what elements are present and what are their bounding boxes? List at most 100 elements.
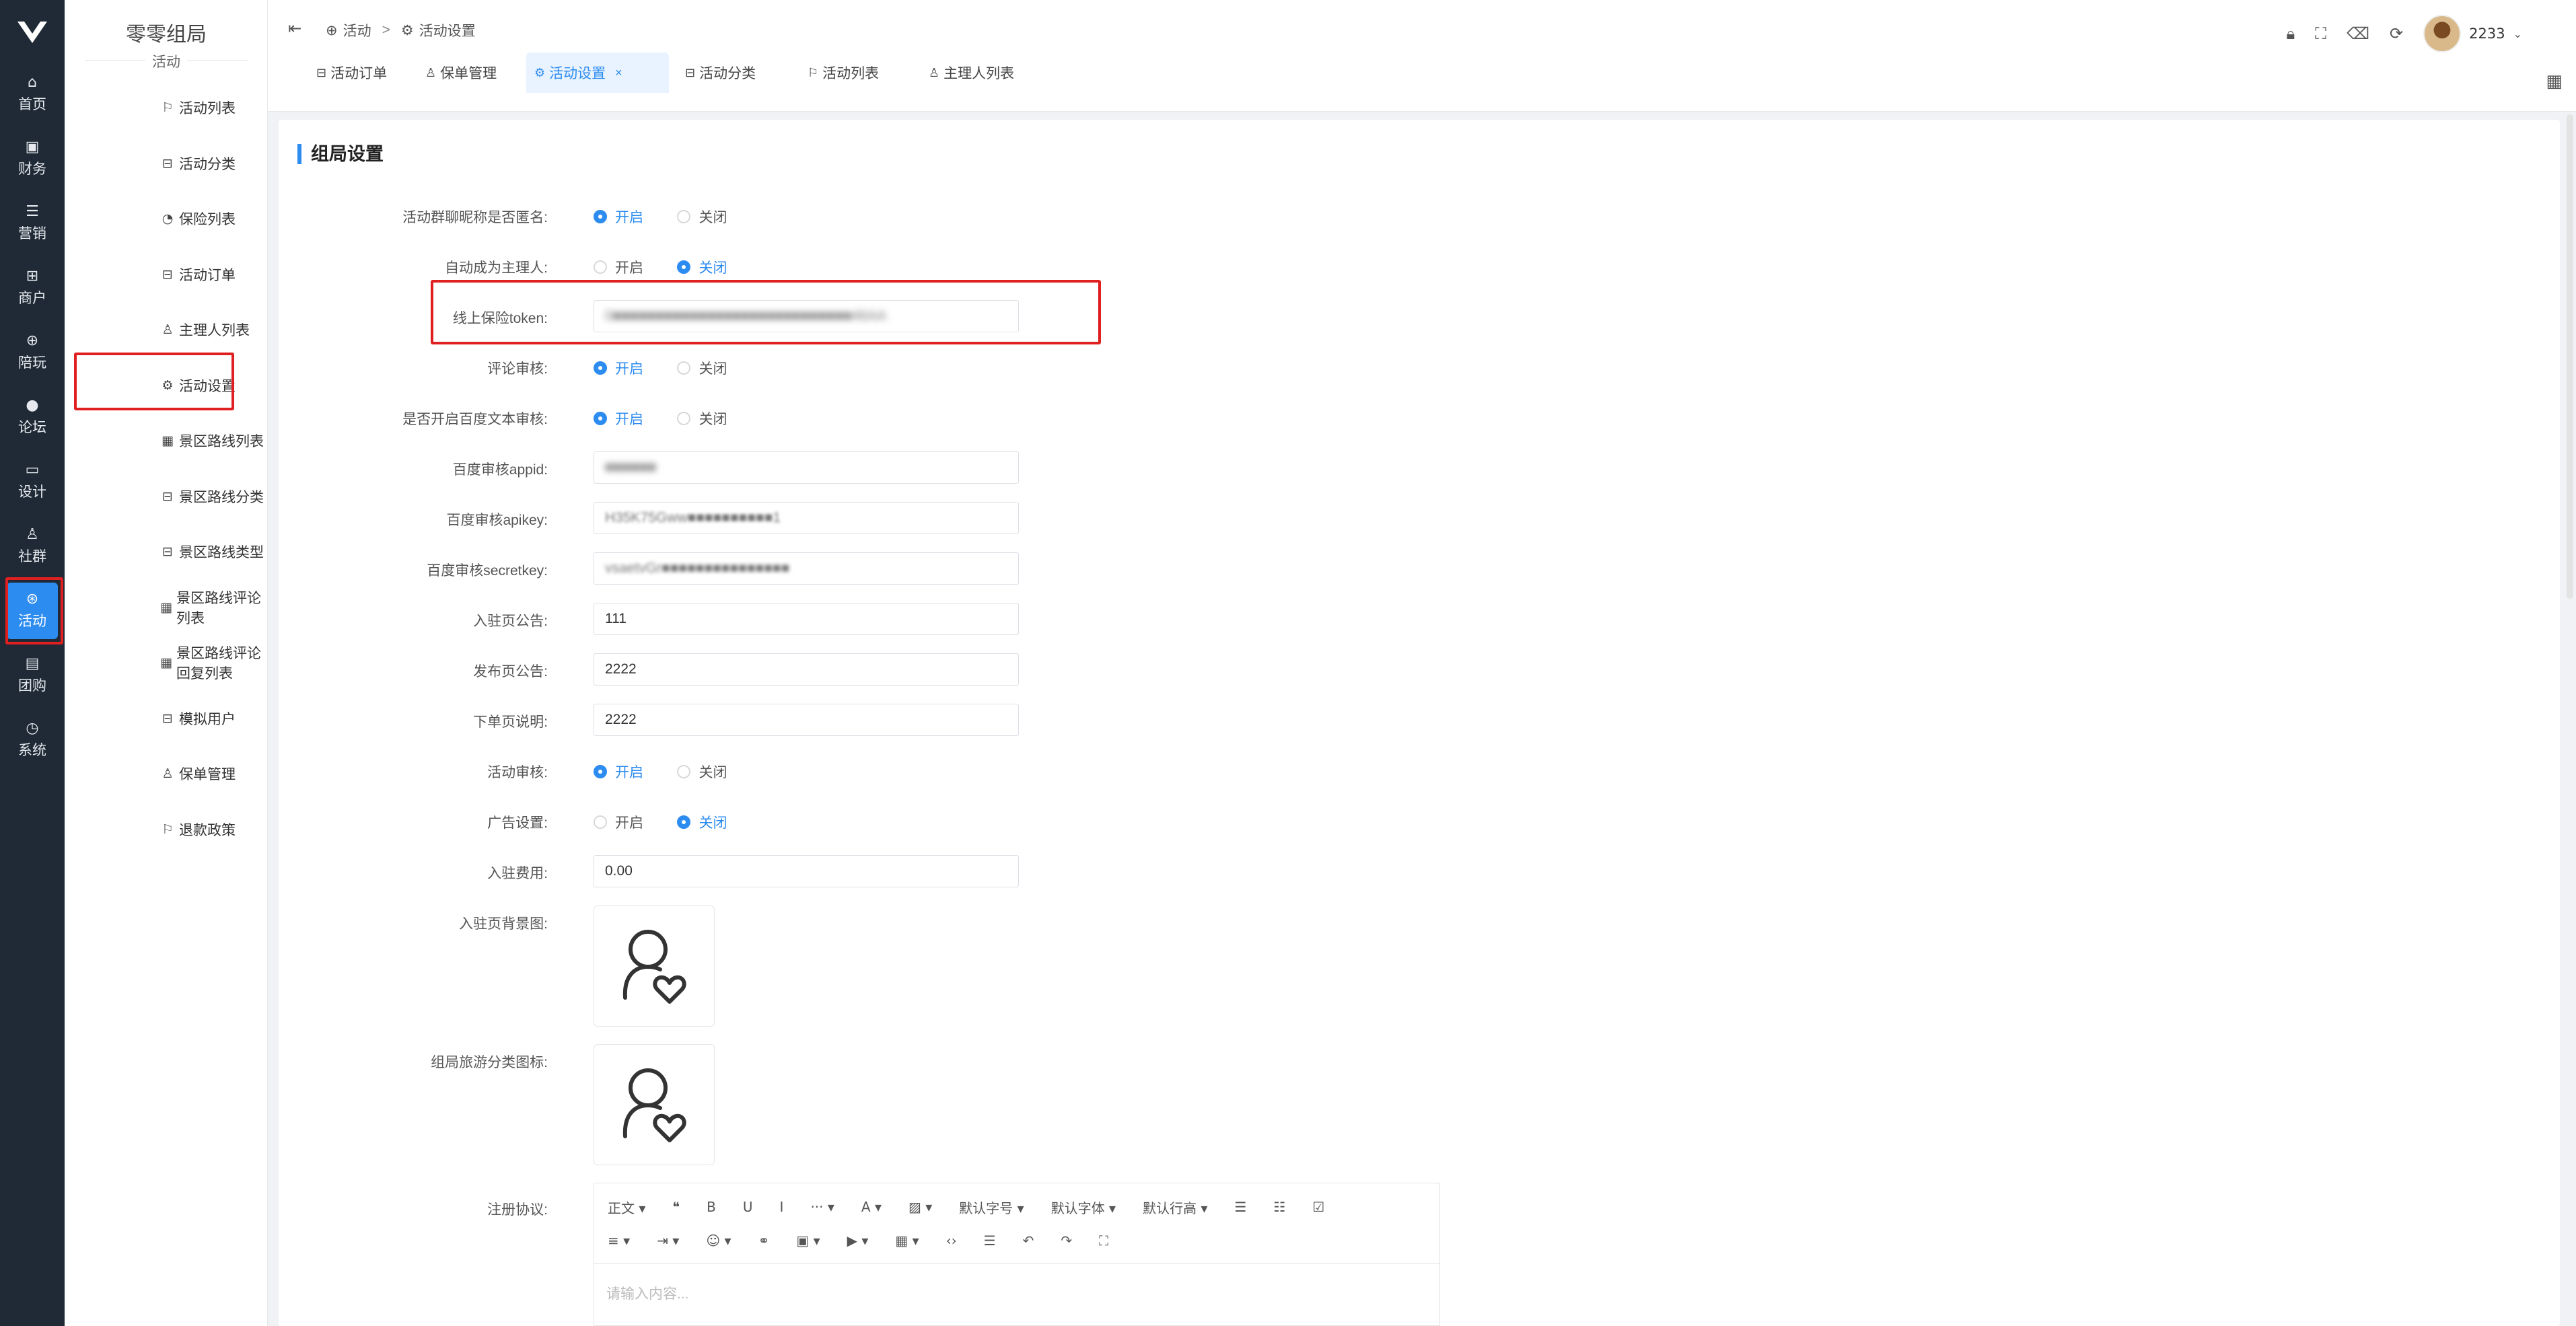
radio-on[interactable]: 开启 [594, 408, 643, 429]
game-icon: ⊕ [26, 332, 39, 349]
avatar[interactable] [2423, 15, 2462, 52]
sidebar-item[interactable]: ⊟ 活动订单 [160, 261, 236, 288]
fullscreen-icon[interactable]: ⛶ [2315, 24, 2326, 43]
editor-tool-button[interactable]: ▶ ▾ [847, 1232, 869, 1249]
rail-item-9[interactable]: ▤ 团购 [7, 647, 58, 704]
sidebar-item[interactable]: ⚙ 活动设置 [160, 372, 236, 399]
editor-tool-button[interactable]: ⛶ [1099, 1232, 1108, 1249]
editor-placeholder[interactable]: 请输入内容... [606, 1283, 689, 1303]
secretkey-input[interactable]: vsaetvGr■■■■■■■■■■■■■■■ [594, 552, 1019, 585]
rail-item-5[interactable]: ● 论坛 [7, 389, 58, 445]
radio-off[interactable]: 关闭 [677, 812, 727, 832]
refresh-icon[interactable]: ⟳ [2390, 24, 2403, 43]
username[interactable]: 2233 [2469, 26, 2505, 42]
radio-on[interactable]: 开启 [594, 762, 643, 782]
sidebar-item[interactable]: ♙ 保单管理 [160, 760, 236, 787]
appid-input[interactable]: ■■■■■■ [594, 451, 1019, 484]
editor-tool-button[interactable]: ··· ▾ [810, 1199, 834, 1215]
radio-on[interactable]: 开启 [594, 257, 643, 277]
publish-notice-input[interactable]: 2222 [594, 653, 1019, 686]
editor-tool-button[interactable]: ↷ [1061, 1232, 1072, 1249]
rail-item-label: 论坛 [18, 420, 46, 435]
rail-item-8[interactable]: ⊛ 活动 [7, 583, 58, 639]
clear-cache-icon[interactable]: ⌫ [2347, 24, 2369, 43]
editor-tool-button[interactable]: ⚭ [758, 1232, 770, 1249]
editor-tool-button[interactable]: U [743, 1199, 753, 1215]
rail-item-10[interactable]: ◷ 系统 [7, 712, 58, 768]
editor-tool-button[interactable]: ↶ [1023, 1232, 1034, 1249]
user-menu[interactable]: 2233 ⌄ [2423, 15, 2522, 52]
tab-item[interactable]: ⊟ 活动分类 [677, 52, 764, 93]
editor-tool-button[interactable]: ☺ ▾ [706, 1232, 731, 1249]
rail-item-4[interactable]: ⊕ 陪玩 [7, 324, 58, 381]
editor-tool-button[interactable]: ≡ ▾ [608, 1232, 630, 1249]
sidebar-item[interactable]: ⊟ 景区路线类型 [160, 538, 264, 565]
token-input[interactable]: 0■■■■■■■■■■■■■■■■■■■■■■■■■■■■46AA [594, 300, 1019, 332]
radio-on[interactable]: 开启 [594, 358, 643, 378]
sidebar-item[interactable]: ▦ 景区路线列表 [160, 427, 264, 454]
sidebar-item-icon: ⊟ [162, 710, 173, 726]
editor-tool-button[interactable]: ☷ [1273, 1199, 1285, 1215]
tab-label: 活动设置 [549, 66, 606, 81]
editor-tool-button[interactable]: ❝ [672, 1199, 680, 1215]
sidebar-item[interactable]: ⊟ 活动分类 [160, 150, 236, 177]
editor-tool-button[interactable]: ▨ ▾ [908, 1199, 932, 1215]
tab-item[interactable]: ⚙ 活动设置 × [526, 52, 669, 93]
radio-off[interactable]: 关闭 [677, 762, 727, 782]
app-logo[interactable] [0, 0, 65, 65]
rail-item-0[interactable]: ⌂ 首页 [7, 66, 58, 122]
editor-tool-button[interactable]: ▣ ▾ [796, 1232, 820, 1249]
editor-tool-button[interactable]: ‹› [946, 1232, 957, 1249]
editor-tool-button[interactable]: B [707, 1199, 716, 1215]
tab-close-icon[interactable]: × [615, 66, 622, 80]
join-notice-input[interactable]: 111 [594, 603, 1019, 635]
rail-item-3[interactable]: ⊞ 商户 [7, 260, 58, 316]
editor-tool-button[interactable]: A ▾ [861, 1199, 882, 1215]
sidebar-item[interactable]: ▦ 景区路线评论回复列表 [160, 646, 267, 682]
collapse-menu-icon[interactable]: ⇤ [288, 19, 301, 38]
radio-off[interactable]: 关闭 [677, 257, 727, 277]
editor-tool-button[interactable]: 默认字号 ▾ [959, 1198, 1024, 1217]
sidebar-item[interactable]: ⚐ 退款政策 [160, 816, 236, 843]
tab-item[interactable]: ⚐ 活动列表 [799, 52, 887, 93]
editor-tool-button[interactable]: I [780, 1199, 784, 1215]
sidebar-item[interactable]: ♙ 主理人列表 [160, 316, 250, 343]
editor-tool-button[interactable]: ☰ [1235, 1199, 1247, 1215]
image-upload[interactable] [594, 906, 715, 1027]
page-scrollbar[interactable] [2567, 114, 2573, 599]
join-fee-input[interactable]: 0.00 [594, 855, 1019, 887]
editor-tool-button[interactable]: ☰ [984, 1232, 996, 1249]
editor-tool-button[interactable]: ☑ [1312, 1199, 1324, 1215]
radio-on[interactable]: 开启 [594, 812, 643, 832]
rail-item-1[interactable]: ▣ 财务 [7, 131, 58, 187]
tab-item[interactable]: ⊟ 活动订单 [308, 52, 395, 93]
lock-icon[interactable]: 🔒︎ [2287, 24, 2295, 43]
radio-off[interactable]: 关闭 [677, 408, 727, 429]
chevron-down-icon[interactable]: ⌄ [2513, 28, 2522, 40]
tabs-menu-grid-icon[interactable]: ▦ [2546, 71, 2563, 91]
sidebar-item[interactable]: ◔ 保险列表 [160, 205, 236, 232]
sidebar-item-label: 模拟用户 [179, 711, 236, 727]
radio-on[interactable]: 开启 [594, 207, 643, 227]
radio-off[interactable]: 关闭 [677, 207, 727, 227]
editor-tool-button[interactable]: ⇥ ▾ [657, 1232, 679, 1249]
rail-item-6[interactable]: ▭ 设计 [7, 453, 58, 510]
radio-label: 开启 [615, 412, 643, 427]
sidebar-item[interactable]: ⊟ 模拟用户 [160, 705, 236, 732]
sidebar-item[interactable]: ⊟ 景区路线分类 [160, 483, 264, 510]
order-note-input[interactable]: 2222 [594, 704, 1019, 736]
editor-tool-button[interactable]: ▦ ▾ [895, 1232, 919, 1249]
editor-tool-button[interactable]: 默认行高 ▾ [1143, 1198, 1207, 1217]
tab-item[interactable]: ♙ 主理人列表 [921, 52, 1022, 93]
rail-item-2[interactable]: ☰ 营销 [7, 195, 58, 252]
image-upload[interactable] [594, 1044, 715, 1165]
tab-item[interactable]: ♙ 保单管理 [417, 52, 505, 93]
editor-tool-button[interactable]: 默认字体 ▾ [1051, 1198, 1116, 1217]
apikey-input[interactable]: H35K75Gww■■■■■■■■■■1 [594, 502, 1019, 534]
breadcrumb-item-activity[interactable]: 活动 [343, 20, 371, 40]
sidebar-item[interactable]: ▦ 景区路线评论列表 [160, 591, 267, 626]
sidebar-item[interactable]: ⚐ 活动列表 [160, 94, 236, 121]
editor-tool-button[interactable]: 正文 ▾ [608, 1198, 645, 1217]
rail-item-7[interactable]: ♙ 社群 [7, 518, 58, 575]
radio-off[interactable]: 关闭 [677, 358, 727, 378]
